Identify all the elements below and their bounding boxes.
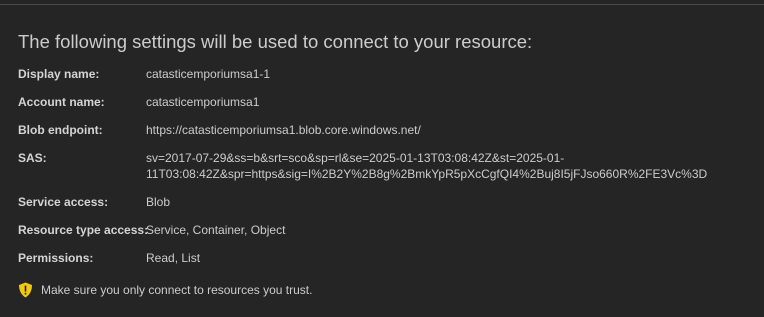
service-access-label: Service access: [18,195,109,209]
permissions-label: Permissions: [18,251,94,265]
sas-label: SAS: [18,151,47,165]
permissions-value: Read, List [146,251,201,265]
blob-endpoint-value: https://catasticemporiumsa1.blob.core.wi… [146,123,421,137]
blob-endpoint-label: Blob endpoint: [18,123,103,137]
sas-value-line-2: 11T03:08:42Z&spr=https&sig=I%2B2Y%2B8g%2… [146,167,708,181]
connection-summary-panel: The following settings will be used to c… [0,0,764,317]
display-name-value: catasticemporiumsa1-1 [146,67,271,81]
summary-heading: The following settings will be used to c… [18,31,533,52]
sas-value-line-1: sv=2017-07-29&ss=b&srt=sco&sp=rl&se=2025… [146,151,565,165]
service-access-value: Blob [146,195,171,209]
warning-shield-icon [19,282,32,298]
trust-warning: Make sure you only connect to resources … [18,282,312,298]
display-name-label: Display name: [18,67,100,81]
account-name-value: catasticemporiumsa1 [146,95,260,109]
sas-value: sv=2017-07-29&ss=b&srt=sco&sp=rl&se=2025… [146,150,716,182]
resource-type-access-label: Resource type access: [18,223,149,237]
top-divider [0,4,764,5]
resource-type-access-value: Service, Container, Object [146,223,286,237]
account-name-label: Account name: [18,95,105,109]
trust-warning-text: Make sure you only connect to resources … [41,283,313,297]
